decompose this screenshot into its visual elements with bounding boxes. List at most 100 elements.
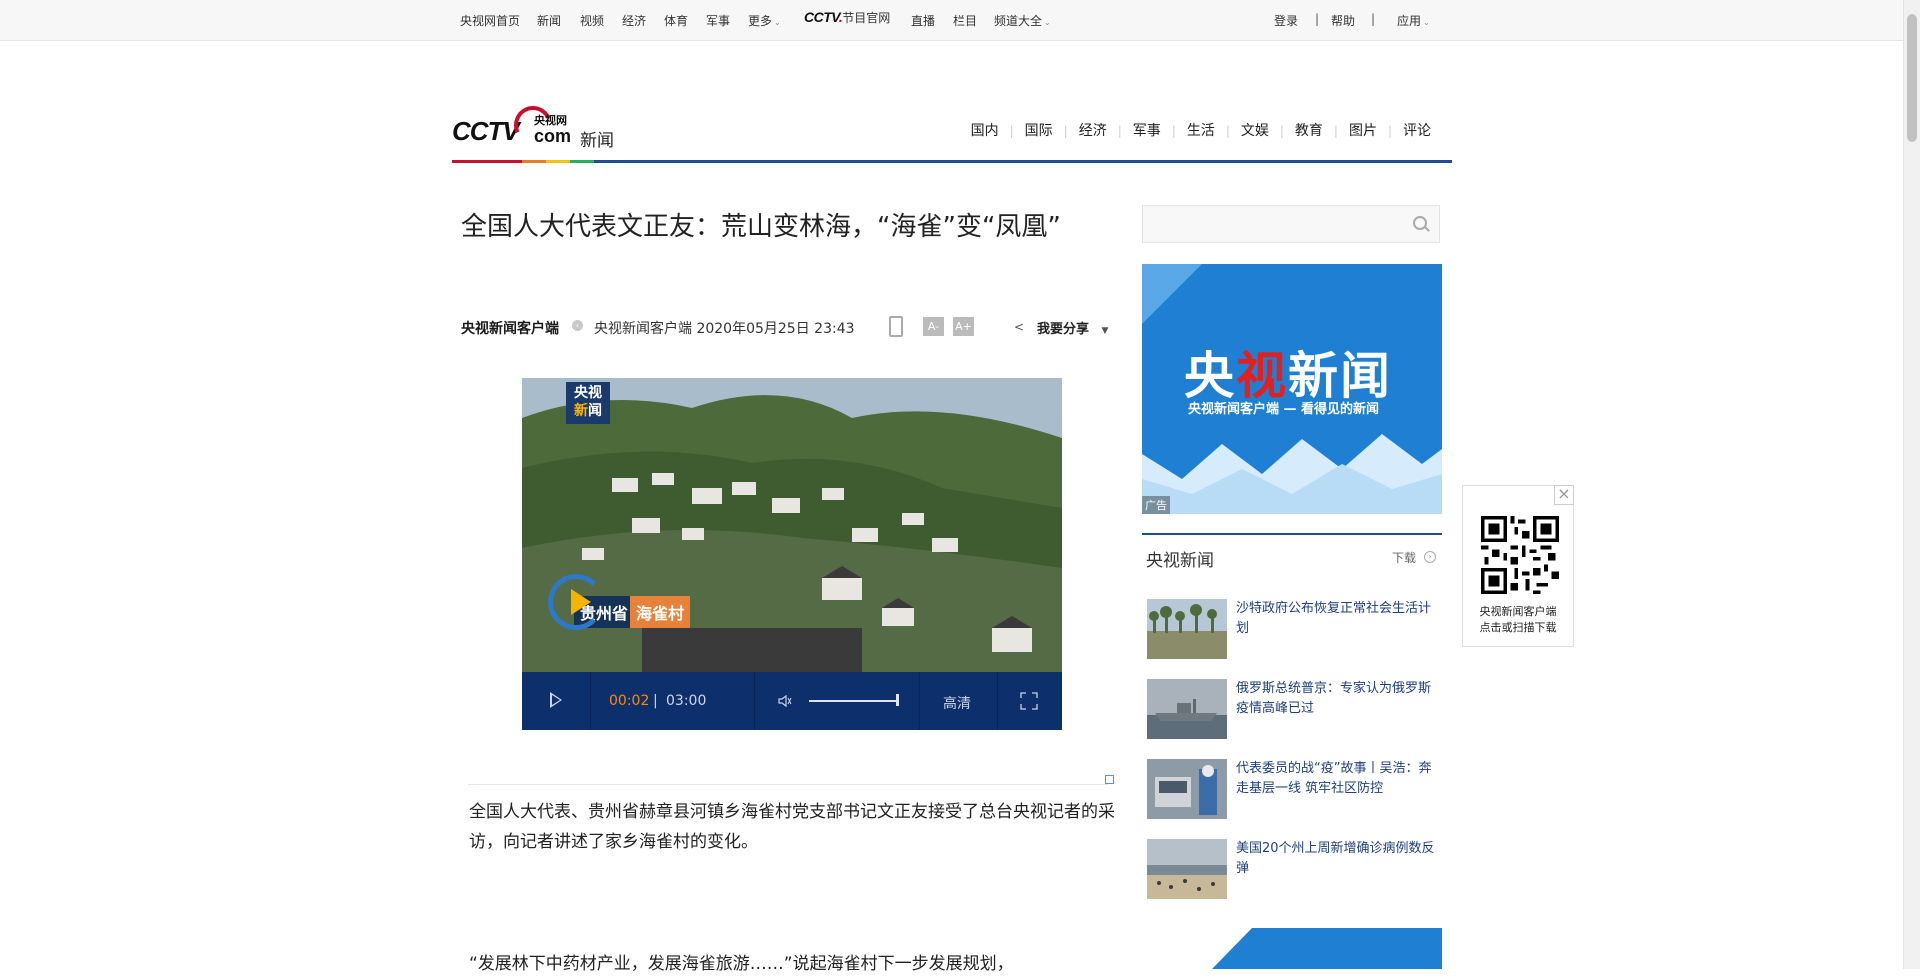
caption-village: 海雀村 <box>630 596 691 628</box>
topnav-news[interactable]: 新闻 <box>537 12 561 29</box>
topnav-apps[interactable]: 应用 ⌄ <box>1397 12 1430 29</box>
section-title: 央视新闻 <box>1146 551 1214 571</box>
nav-economy[interactable]: 经济 <box>1068 123 1118 139</box>
news-thumbnail <box>1147 679 1227 739</box>
play-icon[interactable] <box>550 692 562 708</box>
topnav-login[interactable]: 登录 <box>1274 12 1298 29</box>
topnav-channels[interactable]: 频道大全 ⌄ <box>994 12 1051 29</box>
video-frame: 央视 新闻 贵州省 海雀村 <box>522 378 1062 672</box>
qr-code-image[interactable] <box>1481 516 1559 594</box>
chevron-down-icon: ▼ <box>1101 326 1109 336</box>
news-thumbnail <box>1147 839 1227 899</box>
scrollbar-thumb[interactable] <box>1907 14 1917 142</box>
site-header: CCTV 央视网 com 新闻 国内 | 国际 | 经济 | 军事 | 生活 | 文娱 | 教育 | 图片 |… <box>452 100 1452 166</box>
nav-international[interactable]: 国际 <box>1014 123 1064 139</box>
article-from-date: 央视新闻客户端 2020年05月25日 23:43 <box>594 321 855 337</box>
search-icon[interactable] <box>1413 216 1427 230</box>
qr-caption-line2: 点击或扫描下载 <box>1479 621 1557 634</box>
news-thumbnail <box>1147 759 1227 819</box>
news-list-item[interactable]: 沙特政府公布恢复正常社会生活计划 <box>1147 599 1443 661</box>
rule-segment <box>570 160 594 163</box>
topnav-help[interactable]: 帮助 <box>1331 12 1355 29</box>
close-icon[interactable]: × <box>1554 485 1574 505</box>
divider-marker-icon <box>1105 775 1114 784</box>
chevron-down-icon: ⌄ <box>774 18 781 27</box>
qr-caption: 央视新闻客户端 点击或扫描下载 <box>1463 604 1573 636</box>
news-title[interactable]: 俄罗斯总统普京：专家认为俄罗斯疫情高峰已过 <box>1236 679 1441 719</box>
section-rule <box>1142 533 1442 535</box>
cctv-mini-logo-text: CCTV <box>804 9 839 25</box>
video-player[interactable]: 央视 新闻 贵州省 海雀村 00:02 | 03:00 高清 <box>522 378 1062 730</box>
topnav-more-label: 更多 <box>748 14 773 28</box>
topnav-live[interactable]: 直播 <box>911 12 935 29</box>
chevron-down-icon: ⌄ <box>1044 18 1051 27</box>
top-bar: 央视网首页 新闻 视频 经济 体育 军事 更多 ⌄ CCTV.节目官网 直播 栏目… <box>0 0 1904 41</box>
chevron-right-icon[interactable]: › <box>1424 551 1436 563</box>
cctv-news-watermark: 央视 新闻 <box>566 382 610 424</box>
watermark-line1: 央视 <box>574 385 602 401</box>
logo-cctv-text: CCTV <box>452 116 520 146</box>
nav-education[interactable]: 教育 <box>1284 123 1334 139</box>
news-title[interactable]: 美国20个州上周新增确诊病例数反弹 <box>1236 839 1441 879</box>
topnav-more[interactable]: 更多 ⌄ <box>748 12 781 29</box>
article-source[interactable]: 央视新闻客户端 <box>461 318 559 338</box>
app-qr-popup: × 央视新闻客户端 点击或扫描下载 <box>1462 485 1574 647</box>
total-time: 03:00 <box>666 693 707 709</box>
logo-news-text: 新闻 <box>580 131 614 151</box>
download-link[interactable]: 下载 <box>1392 549 1416 566</box>
topnav-separator: | <box>1315 12 1320 26</box>
volume-knob[interactable] <box>896 694 899 706</box>
topnav-economy[interactable]: 经济 <box>622 12 646 29</box>
current-time: 00:02 <box>609 693 650 709</box>
quality-button[interactable]: 高清 <box>943 693 971 713</box>
topnav-video[interactable]: 视频 <box>580 12 604 29</box>
news-title[interactable]: 代表委员的战“疫”故事丨吴浩：奔走基层一线 筑牢社区防控 <box>1236 759 1441 799</box>
news-thumbnail <box>1147 599 1227 659</box>
nav-domestic[interactable]: 国内 <box>960 123 1010 139</box>
video-controls: 00:02 | 03:00 高清 <box>522 672 1062 730</box>
rule-segment <box>522 160 546 163</box>
font-increase-button[interactable]: A+ <box>953 317 974 336</box>
cctv-news-logo[interactable]: CCTV 央视网 com 新闻 <box>452 100 632 151</box>
news-list-item[interactable]: 美国20个州上周新增确诊病例数反弹 <box>1147 839 1443 901</box>
ad-subtitle: 央视新闻客户端 — 看得见的新闻 <box>1188 402 1380 417</box>
share-button[interactable]: 我要分享 ▼ <box>1037 318 1108 337</box>
big-play-icon[interactable] <box>548 574 604 630</box>
logo-com-text: com <box>534 126 572 146</box>
search-input[interactable] <box>1143 206 1403 242</box>
watermark-line2: 新闻 <box>566 402 610 420</box>
topnav-home[interactable]: 央视网首页 <box>460 12 520 29</box>
mobile-icon[interactable] <box>889 316 903 337</box>
topnav-channels-label: 频道大全 <box>994 14 1043 28</box>
news-title[interactable]: 沙特政府公布恢复正常社会生活计划 <box>1236 599 1441 639</box>
page-scrollbar[interactable] <box>1903 0 1920 969</box>
watermark-char-wen: 闻 <box>588 403 602 419</box>
nav-entertainment[interactable]: 文娱 <box>1230 123 1280 139</box>
nav-pictures[interactable]: 图片 <box>1338 123 1388 139</box>
topnav-military[interactable]: 军事 <box>706 12 730 29</box>
sidebar-ad-2[interactable] <box>1142 928 1442 969</box>
cctv-news-app-ad[interactable]: 央视新闻 央视新闻客户端 — 看得见的新闻 广告 <box>1142 264 1442 514</box>
nav-military[interactable]: 军事 <box>1122 123 1172 139</box>
article-title: 全国人大代表文正友：荒山变林海，“海雀”变“凤凰” <box>461 212 1061 242</box>
content-divider <box>468 784 1108 785</box>
ad-title-xinwen: 新闻 <box>1288 347 1392 405</box>
cctv-program-site-link[interactable]: CCTV.节目官网 <box>804 9 890 26</box>
font-decrease-button[interactable]: A- <box>923 317 944 336</box>
control-divider <box>997 672 998 730</box>
volume-icon[interactable] <box>778 694 792 708</box>
topnav-apps-label: 应用 <box>1397 14 1422 28</box>
news-list-item[interactable]: 代表委员的战“疫”故事丨吴浩：奔走基层一线 筑牢社区防控 <box>1147 759 1443 821</box>
nav-life[interactable]: 生活 <box>1176 123 1226 139</box>
nav-comments[interactable]: 评论 <box>1392 123 1442 139</box>
volume-slider[interactable] <box>809 700 899 702</box>
news-list-item[interactable]: 俄罗斯总统普京：专家认为俄罗斯疫情高峰已过 <box>1147 679 1443 741</box>
article-paragraph-1: 全国人大代表、贵州省赫章县河镇乡海雀村党支部书记文正友接受了总台央视记者的采访，… <box>469 802 1115 852</box>
topnav-columns[interactable]: 栏目 <box>953 12 977 29</box>
rule-segment <box>452 160 522 163</box>
ad-title-yang: 央 <box>1184 347 1236 405</box>
fullscreen-icon[interactable] <box>1020 692 1038 710</box>
topnav-sports[interactable]: 体育 <box>664 12 688 29</box>
chevron-down-icon: ⌄ <box>1423 18 1430 27</box>
source-info-icon: ‹ <box>572 320 583 331</box>
